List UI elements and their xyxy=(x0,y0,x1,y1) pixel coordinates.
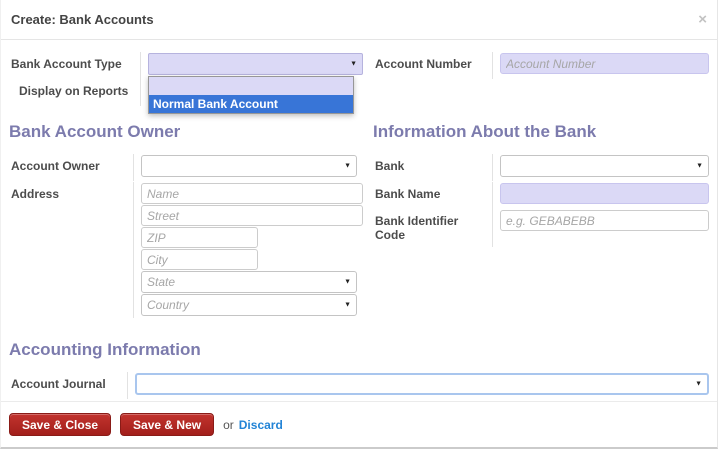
information-about-bank-section: Information About the Bank Bank ▼ Bank N… xyxy=(373,108,709,318)
create-bank-account-dialog: Create: Bank Accounts × Bank Account Typ… xyxy=(0,0,718,449)
bank-select[interactable]: ▼ xyxy=(500,155,709,177)
address-zip-input[interactable] xyxy=(141,227,258,248)
accounting-information-heading: Accounting Information xyxy=(9,340,201,359)
address-label: Address xyxy=(9,182,134,318)
information-about-bank-heading: Information About the Bank xyxy=(373,122,597,141)
bank-account-owner-heading: Bank Account Owner xyxy=(9,122,181,141)
bank-account-type-label: Bank Account Type xyxy=(9,52,141,79)
top-field-group: Bank Account Type ▼ Normal Bank Account … xyxy=(9,52,709,114)
chevron-down-icon: ▼ xyxy=(344,301,351,309)
bank-account-type-dropdown: Normal Bank Account xyxy=(148,76,354,114)
bank-label: Bank xyxy=(373,154,493,181)
dialog-body: Bank Account Type ▼ Normal Bank Account … xyxy=(1,40,717,401)
save-and-new-button[interactable]: Save & New xyxy=(120,413,215,436)
display-on-reports-label: Display on Reports xyxy=(9,79,141,106)
bank-identifier-code-input[interactable] xyxy=(500,210,709,231)
address-country-placeholder: Country xyxy=(147,298,190,312)
right-top-table: Account Number xyxy=(373,52,709,106)
address-name-input[interactable] xyxy=(141,183,363,204)
bank-account-owner-section: Bank Account Owner Account Owner ▼ Addre… xyxy=(9,108,363,318)
address-street-input[interactable] xyxy=(141,205,363,226)
address-fields: State ▼ Country ▼ xyxy=(134,182,363,318)
account-journal-label: Account Journal xyxy=(9,372,128,399)
address-city-input[interactable] xyxy=(141,249,258,270)
bank-name-label: Bank Name xyxy=(373,182,493,209)
dialog-title: Create: Bank Accounts xyxy=(11,12,154,27)
dropdown-option-empty[interactable] xyxy=(149,77,353,95)
dialog-footer: Save & Close Save & New or Discard xyxy=(1,401,717,447)
bank-identifier-code-label: Bank Identifier Code xyxy=(373,209,493,247)
address-country-select[interactable]: Country ▼ xyxy=(141,294,357,316)
close-icon[interactable]: × xyxy=(698,12,707,27)
chevron-down-icon: ▼ xyxy=(696,162,703,170)
account-owner-select[interactable]: ▼ xyxy=(141,155,357,177)
or-text: or xyxy=(223,417,234,432)
left-top-table: Bank Account Type ▼ Normal Bank Account … xyxy=(9,52,363,114)
middle-sections: Bank Account Owner Account Owner ▼ Addre… xyxy=(9,108,709,318)
account-number-input[interactable] xyxy=(500,53,709,74)
bank-name-input[interactable] xyxy=(500,183,709,204)
chevron-down-icon: ▼ xyxy=(350,60,357,68)
address-state-placeholder: State xyxy=(147,275,176,289)
accounting-information-section: Accounting Information Account Journal ▼ xyxy=(9,340,709,399)
chevron-down-icon: ▼ xyxy=(344,278,351,286)
account-owner-label: Account Owner xyxy=(9,154,134,181)
dropdown-option-normal-bank-account[interactable]: Normal Bank Account xyxy=(149,95,353,113)
dialog-header: Create: Bank Accounts × xyxy=(1,0,717,40)
account-number-label: Account Number xyxy=(373,52,493,79)
address-state-select[interactable]: State ▼ xyxy=(141,271,357,293)
chevron-down-icon: ▼ xyxy=(695,380,702,388)
bank-account-type-select[interactable]: ▼ xyxy=(148,53,363,75)
chevron-down-icon: ▼ xyxy=(344,162,351,170)
save-and-close-button[interactable]: Save & Close xyxy=(9,413,112,436)
account-journal-select[interactable]: ▼ xyxy=(135,373,709,395)
discard-link[interactable]: Discard xyxy=(239,418,283,432)
